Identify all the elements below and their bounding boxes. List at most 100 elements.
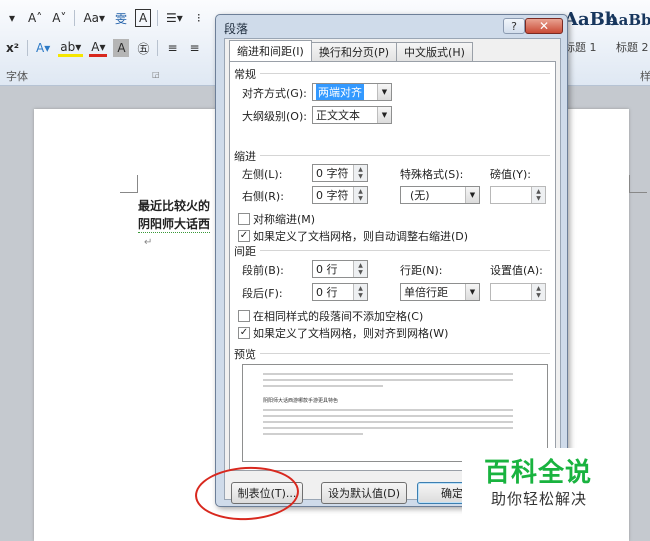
outline-level-select[interactable]: 正文文本 ▼ [312,106,392,124]
line-spacing-select[interactable]: 单倍行距 ▼ [400,283,480,301]
phonetic-guide-icon[interactable]: 雯 [113,9,129,27]
watermark-title: 百科全说 [484,458,593,488]
mirror-indents-checkbox[interactable]: 对称缩进(M) [238,211,315,227]
close-button[interactable]: ✕ [525,18,563,34]
preview-line [263,373,513,375]
grow-font-button[interactable]: A˄ [26,9,44,27]
left-indent-value: 0 字符 [316,167,349,180]
set-as-default-button[interactable]: 设为默认值(D) [321,482,407,504]
tab-asian-typography[interactable]: 中文版式(H) [396,42,473,61]
watermark-subtitle: 助你轻松解决 [491,490,588,508]
chevron-down-icon[interactable]: ▼ [465,187,479,203]
spinner-icon[interactable]: ▲ ▼ [531,187,545,203]
document-line[interactable]: 最近比较火的 [138,197,210,214]
indentation-heading: 缩进 [234,150,256,163]
font-group-label: 字体 [6,70,28,83]
chevron-down-icon[interactable]: ▼ [377,84,391,100]
chevron-down-icon[interactable]: ▼ [377,107,391,123]
space-before-label: 段前(B): [242,264,284,277]
crop-mark [120,175,138,193]
tab-indents-spacing[interactable]: 缩进和间距(I) [229,40,312,61]
spinner-icon[interactable]: ▲ ▼ [353,284,367,300]
no-space-same-style-checkbox[interactable]: 在相同样式的段落间不添加空格(C) [238,308,423,324]
dialog-body: 缩进和间距(I) 换行和分页(P) 中文版式(H) 常规 对齐方式(G): 两端… [224,38,561,504]
spacing-at-label: 设置值(A): [490,264,543,277]
no-space-label: 在相同样式的段落间不添加空格(C) [253,310,424,323]
dialog-title: 段落 [224,22,249,36]
align-left-button[interactable]: ≡ [164,39,180,57]
spacing-at-input[interactable]: ▲ ▼ [490,283,546,301]
style-heading-2[interactable]: AaBb 标题 2 [605,0,650,62]
general-heading: 常规 [234,68,256,81]
shrink-font-button[interactable]: A˅ [50,9,68,27]
dialog-launcher-icon[interactable]: ◲ [152,70,160,79]
superscript-button[interactable]: x² [4,39,21,57]
space-before-value: 0 行 [316,263,338,276]
text-effects-button[interactable]: A▾ [34,39,52,57]
checkbox-box[interactable] [238,310,250,322]
checkbox-checked-icon[interactable]: ✓ [238,230,250,242]
checkbox-checked-icon[interactable]: ✓ [238,327,250,339]
numbering-button[interactable]: ⁝ [191,9,207,27]
enclose-characters-button[interactable]: ㊄ [135,39,151,57]
dialog-tabs: 缩进和间距(I) 换行和分页(P) 中文版式(H) [229,40,473,62]
indent-by-input[interactable]: ▲ ▼ [490,186,546,204]
space-after-label: 段后(F): [242,287,283,300]
spinner-icon[interactable]: ▲ ▼ [353,187,367,203]
ribbon-row-1: ▾ A˄ A˅ Aa▾ 雯 A ☰▾ ⁝ [0,6,207,30]
ribbon-separator [157,40,159,56]
left-indent-input[interactable]: 0 字符 ▲ ▼ [312,164,368,182]
help-button[interactable]: ? [503,18,525,34]
chevron-down-icon[interactable]: ▼ [465,284,479,300]
alignment-value: 两端对齐 [316,84,364,100]
snap-to-grid-checkbox[interactable]: ✓ 如果定义了文档网格，则对齐到网格(W) [238,325,448,341]
paragraph-dialog: 段落 ? ✕ 缩进和间距(I) 换行和分页(P) 中文版式(H) 常规 对齐方式… [215,14,568,507]
line-spacing-label: 行距(N): [400,264,443,277]
section-divider [260,250,550,251]
right-indent-input[interactable]: 0 字符 ▲ ▼ [312,186,368,204]
change-case-button[interactable]: Aa▾ [81,9,107,27]
alignment-select[interactable]: 两端对齐 ▼ [312,83,392,101]
outline-level-label: 大纲级别(O): [242,110,307,123]
align-center-button[interactable]: ≡ [186,39,202,57]
highlight-button[interactable]: ab▾ [58,39,84,57]
preview-line [263,427,513,429]
mirror-indents-label: 对称缩进(M) [253,213,316,226]
right-indent-label: 右侧(R): [242,190,284,203]
special-indent-select[interactable]: (无) ▼ [400,186,480,204]
character-border-button[interactable]: A [135,9,152,27]
auto-adjust-label: 如果定义了文档网格，则自动调整右缩进(D) [253,230,469,243]
spinner-icon[interactable]: ▲ ▼ [353,165,367,181]
document-line[interactable]: 阴阳师大话西 [138,215,211,233]
crop-mark [629,175,647,193]
preview-line [263,409,513,411]
style-name: 标题 1 [564,41,597,54]
special-indent-label: 特殊格式(S): [400,168,464,181]
left-indent-label: 左侧(L): [242,168,283,181]
tab-line-page-breaks[interactable]: 换行和分页(P) [310,42,398,61]
tab-content: 常规 对齐方式(G): 两端对齐 ▼ 大纲级别(O): 正文文本 ▼ 缩进 左侧… [229,61,556,471]
space-after-input[interactable]: 0 行 ▲ ▼ [312,283,368,301]
space-before-input[interactable]: 0 行 ▲ ▼ [312,260,368,278]
section-divider [260,155,550,156]
checkbox-box[interactable] [238,213,250,225]
font-size-dropdown[interactable]: ▾ [4,9,20,27]
preview-heading: 预览 [234,348,256,361]
spinner-icon[interactable]: ▲ ▼ [353,261,367,277]
auto-adjust-right-indent-checkbox[interactable]: ✓ 如果定义了文档网格，则自动调整右缩进(D) [238,228,468,244]
watermark-logo: 百科全说 助你轻松解决 [462,448,614,518]
character-shading-button[interactable]: A [113,39,130,57]
alignment-label: 对齐方式(G): [242,87,307,100]
preview-line [263,433,363,435]
spacing-heading: 间距 [234,245,256,258]
ribbon-separator [157,10,159,26]
preview-line [263,415,513,417]
preview-sample-text: 阴阳师大话西游哪款手游更具特色 [263,398,339,404]
line-spacing-value: 单倍行距 [404,286,448,299]
ribbon-row-2: x² A▾ ab▾ A▾ A ㊄ ≡ ≡ [0,36,202,60]
preview-line [263,421,513,423]
font-color-button[interactable]: A▾ [89,39,108,57]
right-indent-value: 0 字符 [316,189,349,202]
bullets-button[interactable]: ☰▾ [164,9,185,27]
spinner-icon[interactable]: ▲ ▼ [531,284,545,300]
